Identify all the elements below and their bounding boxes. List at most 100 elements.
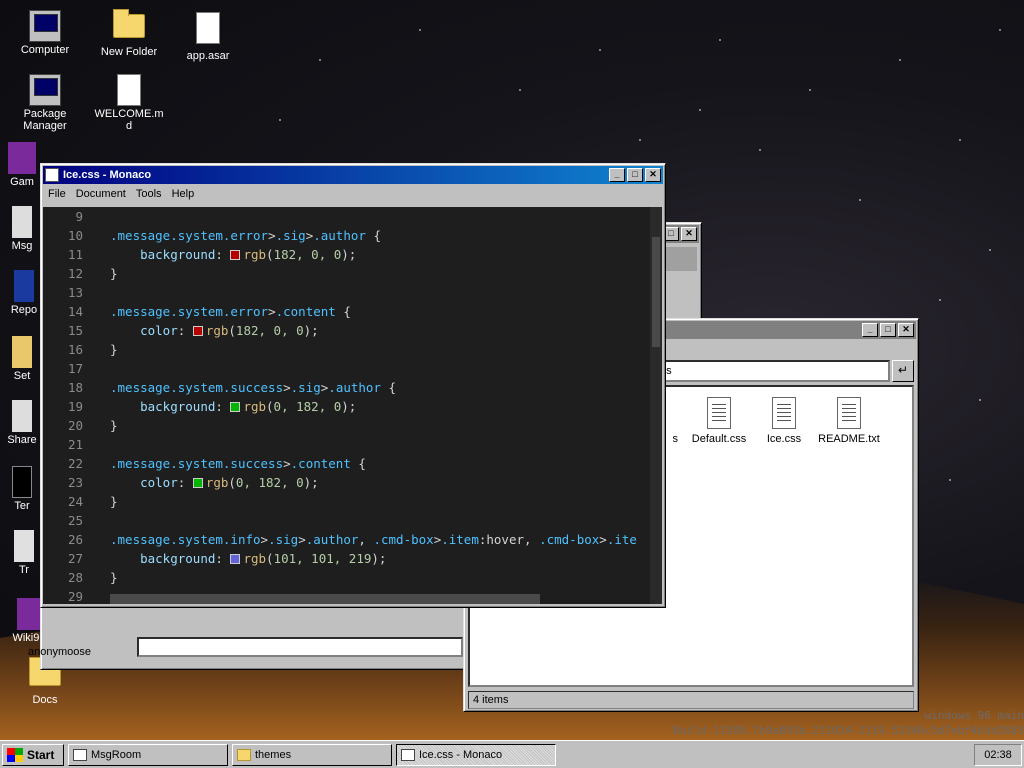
file-item[interactable]: README.txt xyxy=(814,397,884,445)
enter-arrow-icon: ↵ xyxy=(897,363,909,377)
minimize-button[interactable]: _ xyxy=(862,323,878,337)
code-text: } xyxy=(110,342,118,357)
color-swatch xyxy=(230,250,241,260)
desktop-icon-label: Computer xyxy=(20,44,70,56)
close-button[interactable]: ✕ xyxy=(681,227,697,241)
code-line: 9 xyxy=(43,207,83,226)
horizontal-scrollbar[interactable] xyxy=(110,594,540,604)
minimize-button[interactable]: _ xyxy=(609,168,625,182)
desktop-icon-label: Gam xyxy=(10,176,34,188)
system-clock: 02:38 xyxy=(974,743,1022,766)
line-number: 14 xyxy=(67,304,83,319)
close-button[interactable]: ✕ xyxy=(898,323,914,337)
line-number: 12 xyxy=(67,266,83,281)
maximize-button[interactable]: □ xyxy=(880,323,896,337)
line-number: 21 xyxy=(67,437,83,452)
desktop-icon-label: WELCOME.md xyxy=(94,108,164,132)
scrollbar-thumb[interactable] xyxy=(652,237,660,347)
code-text: background: rgb(0, 182, 0); xyxy=(140,399,357,414)
folder-icon xyxy=(113,9,145,38)
desktop-icon-welcome-md[interactable]: WELCOME.md xyxy=(94,74,164,132)
menu-file[interactable]: File xyxy=(43,188,71,200)
start-label: Start xyxy=(27,747,55,762)
desktop-icon-label: app.asar xyxy=(186,50,230,62)
code-text: .message.system.success>.content { xyxy=(110,456,366,471)
window-title: Ice.css - Monaco xyxy=(63,169,152,181)
maximize-button[interactable]: □ xyxy=(627,168,643,182)
code-text: } xyxy=(110,418,118,433)
desktop-icon-terminal[interactable]: Ter xyxy=(2,466,42,512)
color-swatch xyxy=(192,478,203,488)
desktop-icon-report[interactable]: Repo xyxy=(4,270,44,316)
color-swatch xyxy=(230,554,241,564)
code-text: } xyxy=(110,570,118,585)
task-button-msgroom[interactable]: MsgRoom xyxy=(68,743,228,766)
desktop-icon-new-folder[interactable]: New Folder xyxy=(94,9,164,58)
code-text: color: rgb(182, 0, 0); xyxy=(140,323,319,338)
desktop-icon-share[interactable]: Share xyxy=(2,400,42,446)
line-number: 16 xyxy=(67,342,83,357)
code-line: 21 xyxy=(43,435,83,454)
line-number: 18 xyxy=(67,380,83,395)
color-swatch xyxy=(230,402,241,412)
start-button[interactable]: Start xyxy=(2,743,64,766)
games-icon xyxy=(8,142,36,174)
line-number: 17 xyxy=(67,361,83,376)
text-file-icon xyxy=(837,397,861,429)
code-line: 29 xyxy=(43,587,83,604)
window-controls: _ □ ✕ xyxy=(862,323,914,337)
file-item[interactable]: Ice.css xyxy=(749,397,819,445)
code-line: 19 background: rgb(0, 182, 0); xyxy=(43,397,356,416)
code-line: 17 xyxy=(43,359,83,378)
go-button[interactable]: ↵ xyxy=(892,360,914,382)
close-button[interactable]: ✕ xyxy=(645,168,661,182)
message-input[interactable] xyxy=(137,637,463,657)
css-file-icon xyxy=(707,397,731,429)
file-item[interactable]: Default.css xyxy=(684,397,754,445)
desktop-icon-msgroom[interactable]: Msg xyxy=(2,206,42,252)
line-number: 20 xyxy=(67,418,83,433)
desktop-icon-label: Repo xyxy=(10,304,38,316)
desktop-icon-package-manager[interactable]: Package Manager xyxy=(10,74,80,132)
code-line: 11 background: rgb(182, 0, 0); xyxy=(43,245,356,264)
status-bar: 4 items xyxy=(468,691,914,709)
code-text: } xyxy=(110,266,118,281)
desktop-icon-label: New Folder xyxy=(100,46,158,58)
package-icon xyxy=(29,74,61,106)
task-button-themes[interactable]: themes xyxy=(232,743,392,766)
menu-document[interactable]: Document xyxy=(71,188,131,200)
address-bar[interactable]: es xyxy=(654,360,890,382)
menu-help[interactable]: Help xyxy=(167,188,200,200)
code-line: 15 color: rgb(182, 0, 0); xyxy=(43,321,319,340)
terminal-icon xyxy=(12,466,32,498)
desktop-icon-label: Set xyxy=(13,370,31,382)
computer-icon xyxy=(29,10,61,42)
menu-tools[interactable]: Tools xyxy=(131,188,167,200)
task-label: MsgRoom xyxy=(91,748,142,761)
vertical-scrollbar[interactable] xyxy=(650,207,662,604)
share-icon xyxy=(12,400,32,432)
msgroom-nickname: anonymoose xyxy=(28,646,91,658)
settings-icon xyxy=(12,336,32,368)
task-button-editor[interactable]: Ice.css - Monaco xyxy=(396,743,556,766)
file-icon xyxy=(196,12,220,44)
desktop-icon-label: Docs xyxy=(32,694,58,706)
line-number: 22 xyxy=(67,456,83,471)
line-number: 23 xyxy=(67,475,83,490)
desktop-icon-settings[interactable]: Set xyxy=(2,336,42,382)
desktop-icon-trash[interactable]: Tr xyxy=(4,530,44,576)
code-text: .message.system.info>.sig>.author, .cmd-… xyxy=(110,532,637,547)
msgroom-divider xyxy=(45,607,465,625)
code-line: 26 .message.system.info>.sig>.author, .cm… xyxy=(43,530,637,549)
code-editor[interactable]: 9 10 .message.system.error>.sig>.author {1… xyxy=(43,207,662,604)
chat-icon xyxy=(73,748,87,761)
line-number: 29 xyxy=(67,589,83,604)
desktop-icon-app-asar[interactable]: app.asar xyxy=(173,12,243,62)
desktop-icon-label: Msg xyxy=(11,240,33,252)
folder-icon xyxy=(237,748,251,761)
editor-titlebar[interactable]: Ice.css - Monaco _ □ ✕ xyxy=(43,166,663,184)
task-label: Ice.css - Monaco xyxy=(419,748,503,761)
code-line: 10 .message.system.error>.sig>.author { xyxy=(43,226,381,245)
desktop-icon-games[interactable]: Gam xyxy=(2,142,42,188)
desktop-icon-computer[interactable]: Computer xyxy=(10,10,80,56)
